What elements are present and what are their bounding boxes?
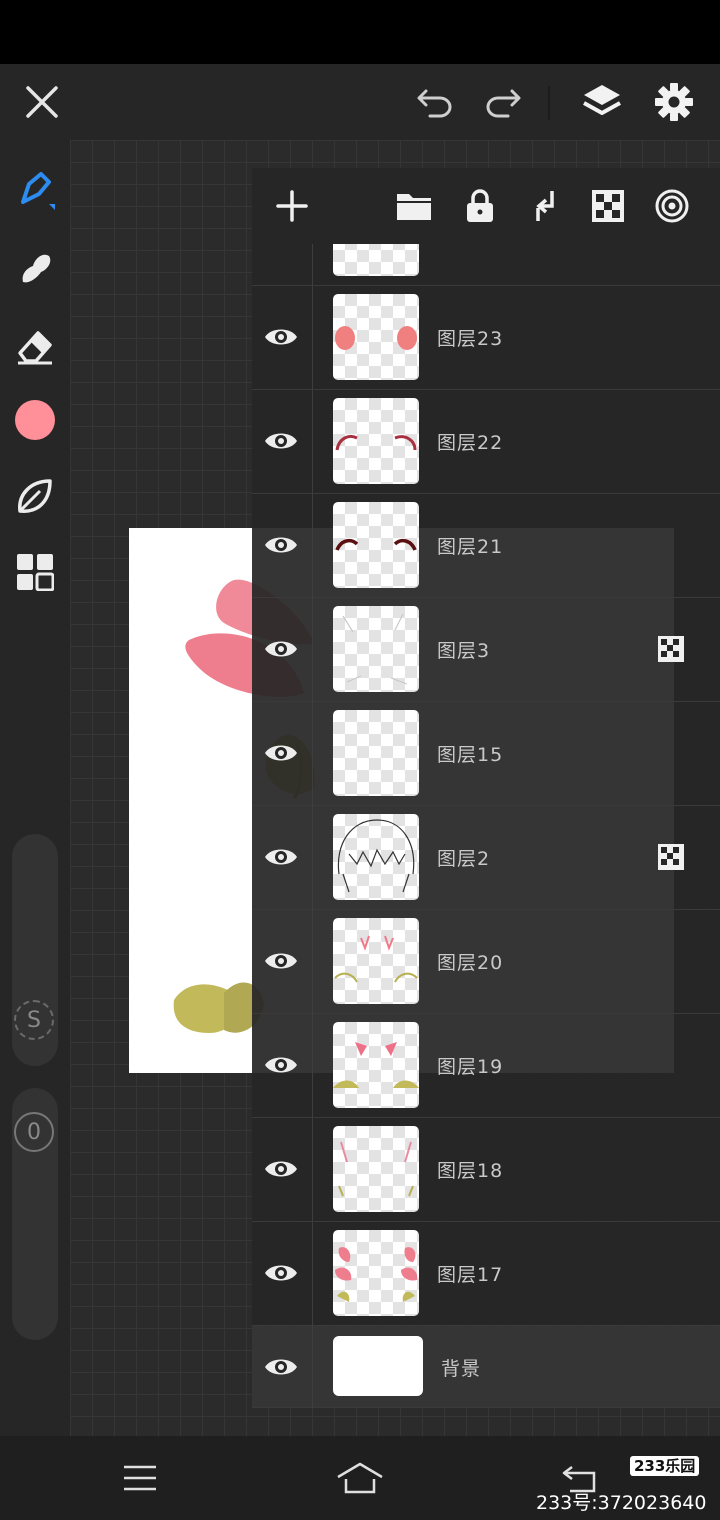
layer-thumbnail (333, 606, 419, 692)
layer-thumbnail (333, 918, 419, 1004)
opacity-label: 0 (27, 1119, 41, 1145)
layer-row[interactable]: 图层22 (252, 390, 720, 494)
layer-thumbnail (333, 502, 419, 588)
status-bar (0, 0, 720, 64)
layer-name: 图层2 (437, 848, 491, 870)
eye-icon[interactable] (264, 528, 298, 562)
eye-icon[interactable] (264, 320, 298, 354)
opacity-knob[interactable]: 0 (12, 1110, 56, 1154)
layer-row[interactable]: 图层19 (252, 1014, 720, 1118)
layer-row[interactable]: 图层18 (252, 1118, 720, 1222)
layer-row[interactable]: 图层20 (252, 910, 720, 1014)
layer-thumbnail (333, 398, 419, 484)
clipping-mask-icon (658, 636, 684, 662)
eye-icon[interactable] (264, 1048, 298, 1082)
eye-icon[interactable] (264, 1350, 298, 1384)
add-layer-icon[interactable] (268, 182, 316, 230)
layer-row[interactable]: 图层3 (252, 598, 720, 702)
eraser-icon[interactable] (11, 322, 59, 370)
layer-name: 图层21 (437, 536, 504, 558)
layer-name: 图层3 (437, 640, 491, 662)
clipping-mask-icon (658, 844, 684, 870)
menu-icon[interactable] (116, 1454, 164, 1502)
checker-icon[interactable] (584, 182, 632, 230)
toolbar-divider (548, 86, 550, 120)
layer-thumbnail (333, 294, 419, 380)
layer-name: 图层18 (437, 1160, 504, 1182)
layer-row[interactable]: 图层21 (252, 494, 720, 598)
merge-down-icon[interactable] (520, 182, 568, 230)
top-toolbar (0, 64, 720, 140)
layer-name: 图层23 (437, 328, 504, 350)
layer-name: 图层19 (437, 1056, 504, 1078)
watermark-text: 233号:372023640 (536, 1492, 707, 1514)
eye-icon[interactable] (264, 424, 298, 458)
layer-row-background[interactable]: 背景 (252, 1326, 720, 1408)
brush-icon[interactable] (11, 166, 59, 214)
grid-icon[interactable] (11, 548, 59, 596)
eye-icon[interactable] (264, 840, 298, 874)
brush-size-knob[interactable]: S (12, 998, 56, 1042)
folder-icon[interactable] (390, 182, 438, 230)
watermark-logo: 233乐园 (630, 1456, 700, 1476)
eye-icon[interactable] (264, 1256, 298, 1290)
target-icon[interactable] (648, 182, 696, 230)
layer-row[interactable]: 图层2 (252, 806, 720, 910)
eye-icon[interactable] (264, 1152, 298, 1186)
brush-size-label: S (27, 1007, 41, 1033)
layer-row[interactable]: 图层15 (252, 702, 720, 806)
system-navigation-bar: 233乐园 233号:372023640 (0, 1436, 720, 1520)
layer-panel-toolbar (252, 168, 720, 244)
lock-icon[interactable] (456, 182, 504, 230)
redo-icon[interactable] (478, 78, 526, 126)
home-icon[interactable] (336, 1454, 384, 1502)
layer-name: 图层20 (437, 952, 504, 974)
layers-icon[interactable] (578, 78, 626, 126)
layer-thumbnail (333, 1336, 423, 1396)
layer-name: 图层17 (437, 1264, 504, 1286)
layer-panel-divider (312, 244, 313, 1408)
color-swatch[interactable] (11, 396, 59, 444)
left-toolbar: S 0 (0, 140, 70, 1436)
eye-icon[interactable] (264, 736, 298, 770)
layer-name: 图层15 (437, 744, 504, 766)
layer-name: 背景 (441, 1358, 482, 1380)
layer-thumbnail (333, 814, 419, 900)
undo-icon[interactable] (412, 78, 460, 126)
layer-thumbnail (333, 710, 419, 796)
close-icon[interactable] (18, 78, 66, 126)
smudge-icon[interactable] (11, 244, 59, 292)
eye-icon[interactable] (264, 632, 298, 666)
layer-name: 图层22 (437, 432, 504, 454)
layer-panel: 图层23 图层22 图层21 图层3 图层15 图层2 图层20 图层19 图层… (252, 168, 720, 1408)
layer-row[interactable]: 图层23 (252, 286, 720, 390)
leaf-icon[interactable] (11, 472, 59, 520)
eye-icon[interactable] (264, 944, 298, 978)
layer-row[interactable]: 图层17 (252, 1222, 720, 1326)
gear-icon[interactable] (650, 78, 698, 126)
layer-thumbnail (333, 1230, 419, 1316)
layer-thumbnail (333, 1022, 419, 1108)
layer-thumbnail (333, 1126, 419, 1212)
